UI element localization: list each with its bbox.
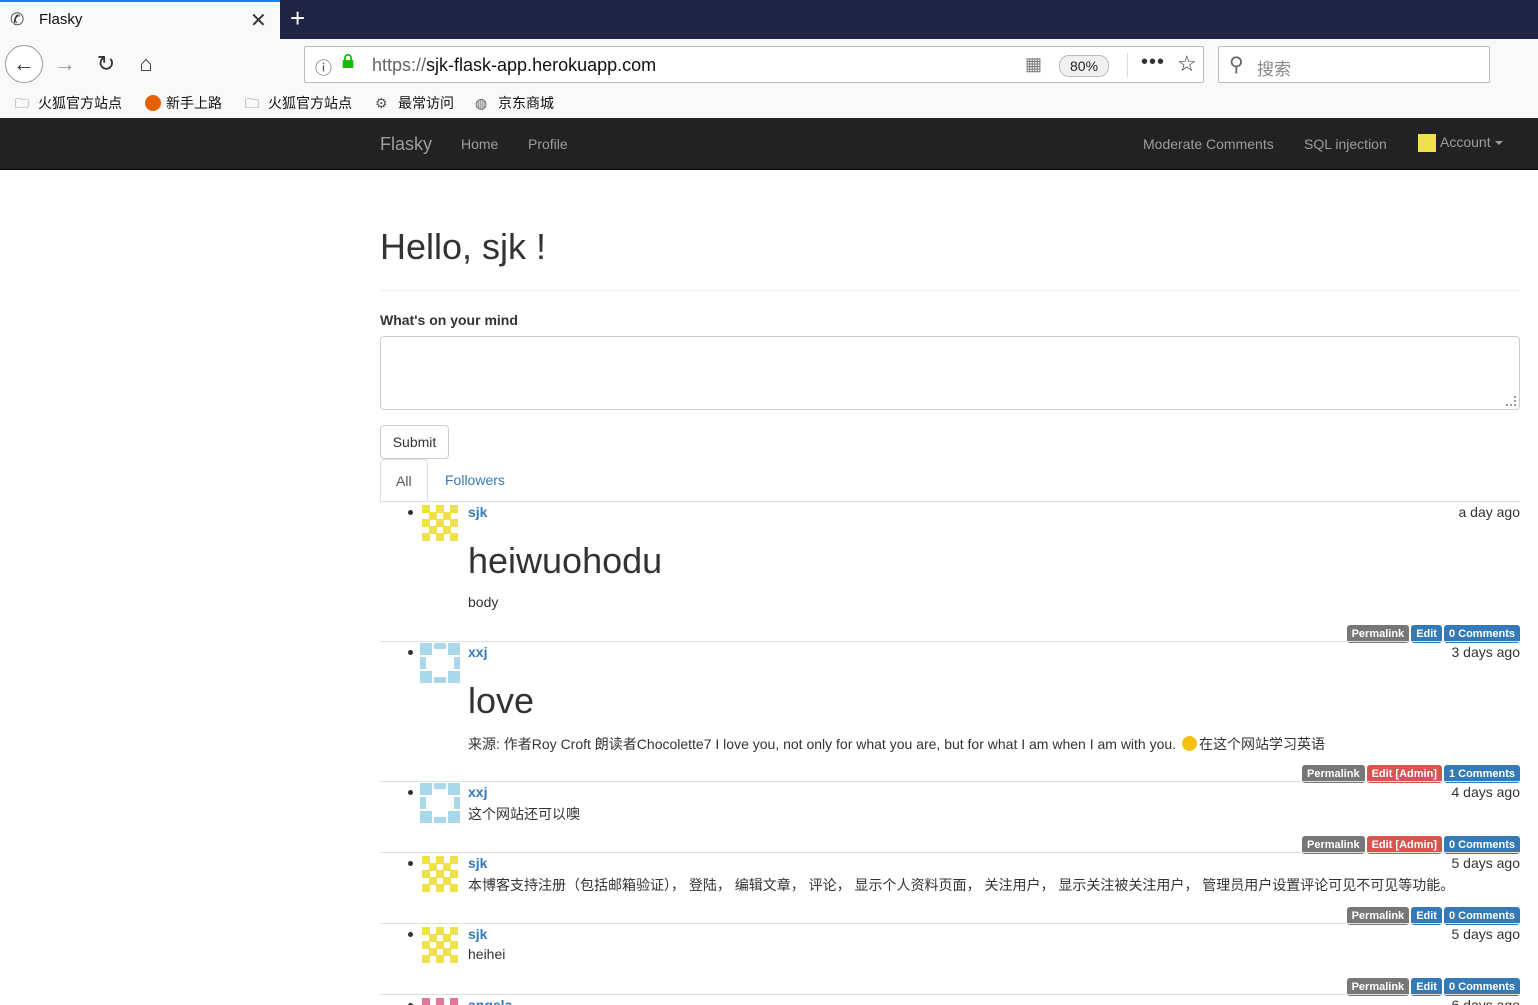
bookmark-label: 京东商城 bbox=[498, 95, 554, 111]
list-item: xxj 4 days ago 这个网站还可以噢 Permalink Edit [A… bbox=[380, 781, 1521, 854]
phone-icon: ✆ bbox=[10, 10, 25, 29]
url-host: sjk-flask-app.herokuapp.com bbox=[426, 55, 657, 75]
more-actions-icon[interactable]: ••• bbox=[1141, 51, 1165, 74]
info-icon[interactable]: ⓘ bbox=[315, 54, 332, 79]
reload-icon[interactable]: ↻ bbox=[89, 47, 123, 81]
post-author[interactable]: xxj bbox=[468, 644, 487, 660]
bookmark-label: 新手上路 bbox=[166, 95, 222, 111]
bullet bbox=[408, 932, 413, 937]
list-item: xxj 3 days ago love 来源: 作者Roy Croft 朗读者C… bbox=[380, 641, 1521, 783]
page-header: Hello, sjk ! bbox=[380, 226, 1520, 291]
avatar[interactable] bbox=[420, 925, 460, 965]
forward-icon[interactable]: → bbox=[48, 47, 82, 81]
post-date: 5 days ago bbox=[1451, 926, 1521, 942]
bookmark-item[interactable]: 🗀 火狐官方站点 bbox=[245, 93, 352, 113]
post-title: heiwuohodu bbox=[468, 540, 663, 581]
folder-icon: 🗀 bbox=[245, 95, 259, 111]
post-date: 3 days ago bbox=[1451, 644, 1521, 660]
folder-icon: 🗀 bbox=[15, 95, 29, 111]
url-scheme: https:// bbox=[372, 55, 427, 75]
bookmarks-toolbar: 🗀 火狐官方站点 新手上路 🗀 火狐官方站点 ⚙ 最常访问 ◍ 京东商城 bbox=[0, 89, 1538, 117]
resize-handle[interactable] bbox=[1506, 396, 1516, 406]
nav-sql-injection[interactable]: SQL injection bbox=[1304, 136, 1387, 152]
emoji-icon bbox=[1181, 736, 1197, 751]
search-icon: ⚲ bbox=[1229, 54, 1244, 76]
post-body: body bbox=[468, 594, 499, 610]
list-item: sjk a day ago heiwuohodu body Permalink E… bbox=[380, 501, 1521, 643]
bookmark-item[interactable]: ◍ 京东商城 bbox=[475, 93, 554, 113]
bullet bbox=[408, 861, 413, 866]
home-icon[interactable]: ⌂ bbox=[129, 47, 163, 81]
nav-profile[interactable]: Profile bbox=[528, 136, 568, 152]
account-dropdown[interactable]: Account bbox=[1418, 134, 1503, 153]
bookmark-label: 火狐官方站点 bbox=[38, 95, 122, 111]
bullet bbox=[408, 510, 413, 515]
post-author[interactable]: sjk bbox=[468, 855, 487, 871]
post-date: 4 days ago bbox=[1451, 784, 1521, 800]
app-navbar: Flasky Home Profile Moderate Comments SQ… bbox=[0, 118, 1538, 170]
list-item: angela 6 days ago bbox=[380, 994, 1520, 1005]
list-item: sjk 5 days ago heihei Permalink Edit 0 Com… bbox=[380, 923, 1521, 996]
nav-home[interactable]: Home bbox=[461, 136, 498, 152]
nav-moderate-comments[interactable]: Moderate Comments bbox=[1143, 136, 1274, 152]
post-date: 5 days ago bbox=[1451, 855, 1521, 871]
new-tab-icon[interactable]: + bbox=[290, 3, 305, 34]
bullet bbox=[408, 650, 413, 655]
caret-down-icon bbox=[1494, 141, 1503, 146]
browser-tab[interactable]: ✆ Flasky ✕ bbox=[0, 0, 280, 39]
list-item: sjk 5 days ago 本博客支持注册（包括邮箱验证）， 登陆， 编辑文章… bbox=[380, 852, 1521, 925]
post-author[interactable]: xxj bbox=[468, 784, 487, 800]
submit-button[interactable]: Submit bbox=[380, 425, 449, 459]
tab-all[interactable]: All bbox=[380, 459, 428, 502]
avatar[interactable] bbox=[420, 854, 460, 894]
back-icon[interactable]: ← bbox=[5, 45, 43, 83]
post-date: a day ago bbox=[1458, 504, 1521, 520]
firefox-icon bbox=[145, 95, 161, 111]
post-title: love bbox=[468, 680, 535, 721]
post-body-text: 来源: 作者Roy Croft 朗读者Chocolette7 I love yo… bbox=[468, 736, 1177, 752]
post-body-tail: 在这个网站学习英语 bbox=[1198, 736, 1325, 752]
post-body: 这个网站还可以噢 bbox=[468, 806, 580, 822]
post-author[interactable]: sjk bbox=[468, 926, 487, 942]
post-tabs: All Followers bbox=[380, 459, 1520, 502]
post-body: heihei bbox=[468, 946, 506, 962]
bookmark-item[interactable]: 新手上路 bbox=[145, 93, 222, 113]
bookmark-label: 最常访问 bbox=[398, 95, 454, 111]
search-placeholder: 搜索 bbox=[1257, 60, 1291, 79]
post-body: 来源: 作者Roy Croft 朗读者Chocolette7 I love yo… bbox=[468, 734, 1325, 754]
bullet bbox=[408, 790, 413, 795]
zoom-level[interactable]: 80% bbox=[1059, 55, 1110, 77]
search-input[interactable]: ⚲ 搜索 bbox=[1218, 46, 1490, 83]
post-body: 本博客支持注册（包括邮箱验证）， 登陆， 编辑文章， 评论， 显示个人资料页面，… bbox=[468, 877, 1455, 893]
account-label: Account bbox=[1440, 134, 1491, 150]
avatar[interactable] bbox=[420, 643, 460, 683]
tab-followers[interactable]: Followers bbox=[430, 459, 520, 501]
post-form-label: What's on your mind bbox=[380, 312, 518, 328]
bookmark-label: 火狐官方站点 bbox=[268, 95, 352, 111]
lock-icon bbox=[342, 54, 354, 68]
brand-link[interactable]: Flasky bbox=[380, 134, 432, 155]
bookmark-item[interactable]: 🗀 火狐官方站点 bbox=[15, 93, 122, 113]
avatar bbox=[1418, 134, 1436, 153]
qr-code-icon[interactable]: ▦ bbox=[1025, 54, 1042, 75]
url-text: https://sjk-flask-app.herokuapp.com bbox=[372, 55, 656, 76]
avatar[interactable] bbox=[420, 783, 460, 823]
close-icon[interactable]: ✕ bbox=[250, 8, 267, 33]
bookmark-star-icon[interactable]: ☆ bbox=[1177, 51, 1197, 77]
bookmark-item[interactable]: ⚙ 最常访问 bbox=[375, 93, 454, 113]
avatar[interactable] bbox=[420, 503, 460, 543]
gear-icon: ⚙ bbox=[375, 95, 388, 111]
post-body-textarea[interactable] bbox=[380, 336, 1520, 410]
globe-icon: ◍ bbox=[475, 95, 488, 111]
divider bbox=[1127, 53, 1128, 77]
tab-title: Flasky bbox=[39, 11, 83, 28]
url-bar[interactable]: ⓘ https://sjk-flask-app.herokuapp.com ▦ … bbox=[304, 46, 1204, 83]
browser-tab-strip: ✆ Flasky ✕ + bbox=[0, 0, 1538, 39]
post-author[interactable]: sjk bbox=[468, 504, 487, 520]
page-title: Hello, sjk ! bbox=[380, 226, 547, 267]
